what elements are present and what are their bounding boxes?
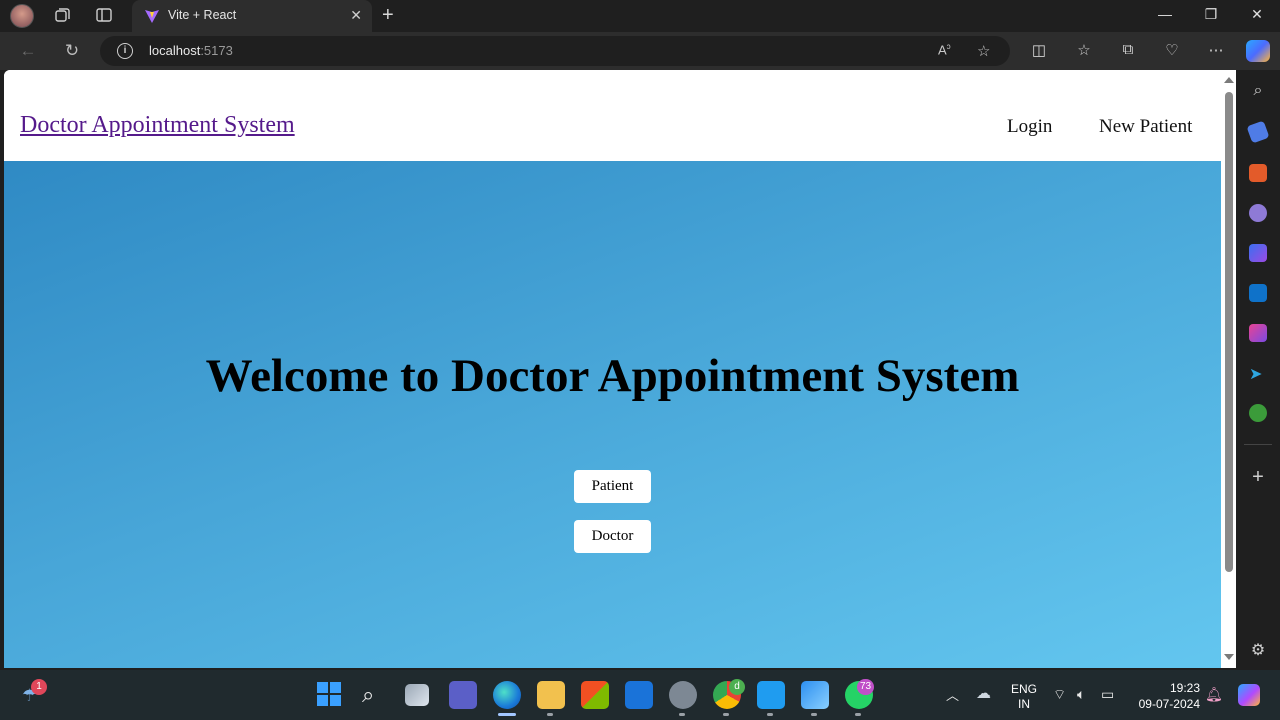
nav-new-patient[interactable]: New Patient [1099, 116, 1192, 138]
photos-icon[interactable] [801, 681, 829, 709]
clock-time[interactable]: 19:23 [1130, 681, 1200, 695]
scroll-thumb[interactable] [1225, 92, 1233, 572]
chrome-badge: d [729, 679, 745, 695]
wifi-icon[interactable]: ⌔ [1053, 686, 1066, 704]
battery-icon[interactable]: ▭ [1101, 686, 1114, 703]
edge-sidebar: ⌕ ➤ + ⚙ [1236, 70, 1280, 670]
brand-link[interactable]: Doctor Appointment System [20, 112, 295, 139]
url-text[interactable]: localhost:5173 [149, 43, 233, 58]
scroll-down-icon[interactable] [1224, 654, 1234, 660]
whatsapp-indicator [855, 713, 861, 716]
refresh-icon[interactable]: ↻ [61, 40, 83, 62]
hero-section: Welcome to Doctor Appointment System Pat… [4, 161, 1221, 668]
weather-badge: 1 [31, 679, 47, 695]
back-icon[interactable]: ← [17, 40, 39, 62]
volume-icon[interactable]: 🔈︎ [1077, 686, 1085, 703]
close-icon[interactable]: ✕ [350, 7, 362, 24]
restore-icon[interactable]: ❐ [1196, 6, 1226, 23]
tools-icon[interactable] [1249, 164, 1267, 182]
explorer-indicator [547, 713, 553, 716]
settings-indicator [679, 713, 685, 716]
notification-bell-icon[interactable]: 🔔︎ [1205, 686, 1223, 703]
start-icon[interactable] [316, 681, 344, 709]
doctor-button[interactable]: Doctor [574, 520, 651, 553]
page-viewport: Doctor Appointment System Login New Pati… [4, 70, 1236, 668]
whatsapp-badge: 73 [857, 679, 875, 695]
store-icon[interactable] [581, 681, 609, 709]
teams-icon[interactable] [449, 681, 477, 709]
tab-title: Vite + React [168, 8, 237, 22]
scroll-up-icon[interactable] [1224, 77, 1234, 83]
mail-icon[interactable] [625, 681, 653, 709]
settings-icon[interactable]: ⚙ [1248, 640, 1268, 660]
minimize-icon[interactable]: — [1150, 6, 1180, 22]
vite-icon [145, 10, 159, 23]
edge-active-indicator [498, 713, 516, 716]
search-taskbar-icon[interactable]: ⌕ [362, 682, 374, 708]
window-close-icon[interactable]: ✕ [1242, 6, 1272, 23]
browser-toolbar: ← ↻ i localhost:5173 Aↄ ☆ ◫ ☆ ⧉ ♡ ⋯ [0, 32, 1280, 70]
chrome-indicator [723, 713, 729, 716]
favorite-star-icon[interactable]: ☆ [977, 42, 990, 60]
nav-login[interactable]: Login [1007, 116, 1052, 138]
collections-icon[interactable]: ⧉ [1117, 41, 1139, 58]
vscode-icon[interactable] [757, 681, 785, 709]
clock-date[interactable]: 09-07-2024 [1128, 697, 1200, 711]
language-bottom[interactable]: IN [1008, 697, 1040, 711]
task-view-icon[interactable] [405, 684, 429, 706]
chevron-up-icon[interactable]: ︿ [946, 685, 959, 704]
url-port: :5173 [200, 43, 233, 58]
onedrive-icon[interactable]: ☁ [976, 684, 991, 702]
address-bar[interactable]: i localhost:5173 Aↄ ☆ [100, 36, 1010, 66]
windows-taskbar: ☂ 1 ⌕ d 73 ︿ ☁ ENG IN ⌔ 🔈︎ ▭ 19:23 09-07… [0, 670, 1280, 720]
tree-icon[interactable] [1249, 404, 1267, 422]
health-icon[interactable]: ♡ [1161, 41, 1183, 59]
designer-icon[interactable] [1249, 324, 1267, 342]
outlook-icon[interactable] [1249, 284, 1267, 302]
add-icon[interactable]: + [1248, 466, 1268, 489]
edge-icon[interactable] [493, 681, 521, 709]
copilot-taskbar-icon[interactable] [1238, 684, 1260, 706]
copilot-icon[interactable] [1246, 40, 1270, 62]
vscode-indicator [767, 713, 773, 716]
favorites-icon[interactable]: ☆ [1073, 41, 1095, 59]
sidebar-divider [1244, 444, 1272, 445]
site-navbar: Doctor Appointment System Login New Pati… [4, 70, 1221, 161]
search-icon[interactable]: ⌕ [1248, 82, 1268, 100]
url-host: localhost [149, 43, 201, 58]
patient-button[interactable]: Patient [574, 470, 651, 503]
telegram-icon[interactable]: ➤ [1249, 364, 1267, 383]
photos-indicator [811, 713, 817, 716]
info-icon[interactable]: i [117, 43, 133, 59]
read-aloud-icon[interactable]: Aↄ [938, 42, 951, 57]
file-explorer-icon[interactable] [537, 681, 565, 709]
bing-icon[interactable] [1249, 244, 1267, 262]
profile-avatar[interactable] [10, 4, 34, 28]
tab-vite-react[interactable]: Vite + React ✕ [132, 0, 372, 32]
new-tab-icon[interactable]: + [382, 4, 394, 27]
page-scrollbar[interactable] [1221, 70, 1236, 668]
browser-titlebar: Vite + React ✕ + — ❐ ✕ [0, 0, 1280, 32]
shopping-icon[interactable] [1246, 120, 1270, 144]
games-icon[interactable] [1249, 204, 1267, 222]
hero-title: Welcome to Doctor Appointment System [205, 350, 1020, 402]
tab-actions-icon[interactable] [94, 6, 114, 26]
split-screen-icon[interactable]: ◫ [1028, 41, 1050, 59]
settings-app-icon[interactable] [669, 681, 697, 709]
more-icon[interactable]: ⋯ [1205, 41, 1227, 59]
language-top[interactable]: ENG [1008, 682, 1040, 696]
workspaces-icon[interactable] [52, 6, 72, 26]
